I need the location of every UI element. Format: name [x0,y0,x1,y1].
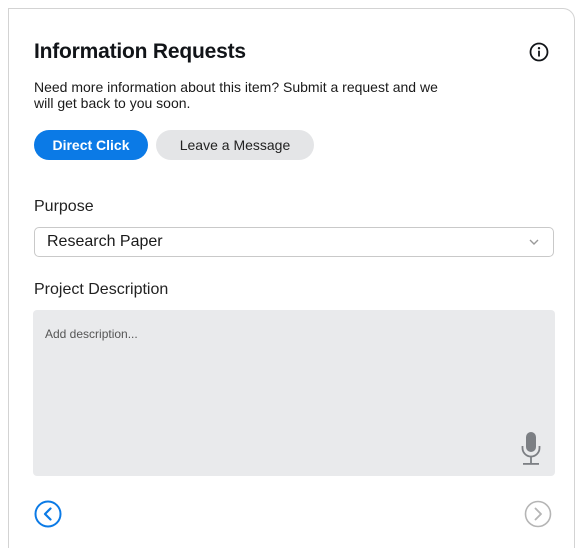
purpose-label: Purpose [34,198,94,215]
page-title: Information Requests [34,40,246,63]
microphone-icon[interactable] [518,431,544,467]
page-subtitle: Need more information about this item? S… [34,79,438,111]
purpose-selected-value: Research Paper [47,233,163,250]
chevron-down-icon [529,239,539,245]
purpose-select[interactable]: Research Paper [34,227,554,257]
tab-leave-a-message[interactable]: Leave a Message [156,130,314,160]
description-placeholder: Add description... [45,327,138,341]
project-description-label: Project Description [34,281,169,298]
information-requests-panel: Information Requests Need more informati… [8,8,575,548]
previous-button-icon[interactable] [34,500,62,528]
project-description-textarea[interactable]: Add description... [33,310,555,476]
info-icon[interactable] [529,42,549,62]
next-button-icon[interactable] [524,500,552,528]
tab-direct-click[interactable]: Direct Click [34,130,148,160]
